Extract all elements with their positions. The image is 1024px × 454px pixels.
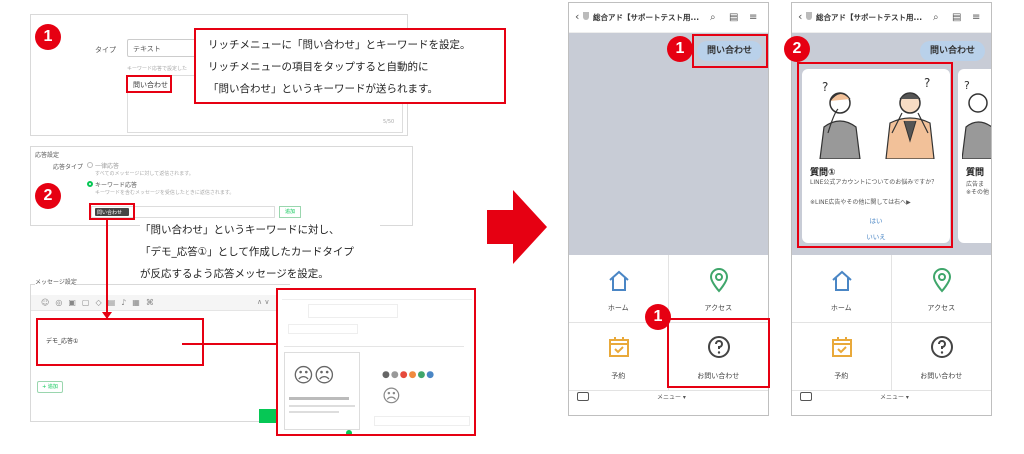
phone1-footer: メニュー ▾ (569, 389, 768, 409)
menu-toggle[interactable]: メニュー ▾ (880, 392, 909, 401)
thumb-people-icon: ☹☹ (293, 363, 335, 387)
radio-uniform[interactable] (87, 162, 93, 168)
keyword-tag: 問い合わせ (95, 208, 129, 216)
menu-toggle[interactable]: メニュー ▾ (657, 392, 686, 401)
voice-icon[interactable]: ♪ (121, 298, 132, 307)
message-toolbar: ☺◎▣▢◇▤♪▦⌘ (31, 295, 291, 311)
menu-access[interactable]: アクセス (891, 255, 991, 323)
menu-home[interactable]: ホーム (792, 255, 892, 323)
menu-contact[interactable]: お問い合わせ (891, 323, 991, 391)
emoji-icon[interactable]: ☺ (41, 298, 55, 307)
menu-icon[interactable]: ≡ (972, 12, 980, 23)
map-pin-icon (709, 268, 728, 293)
phone2-card-highlight (797, 62, 953, 248)
template-icon[interactable]: ▦ (132, 298, 146, 307)
map-pin-icon (932, 268, 951, 293)
radio-uniform-label: 一律応答 (95, 163, 120, 170)
keyboard-icon[interactable] (800, 392, 812, 401)
arrow-right-icon (487, 190, 547, 264)
add-message-button[interactable]: + 追加 (37, 381, 63, 393)
calendar-icon (832, 337, 852, 357)
radio-keyword-hint: キーワードを含むメッセージを受信したときに返信されます。 (95, 190, 235, 196)
video-icon[interactable]: ▢ (82, 298, 96, 307)
keyword-text: 問い合わせ (133, 81, 168, 89)
search-icon[interactable]: ⌕ (933, 12, 939, 23)
type-label: タイプ (95, 46, 116, 54)
step-badge-2-left: 2 (35, 183, 61, 209)
connector-horizontal (182, 343, 276, 345)
notes-icon[interactable]: ▤ (952, 12, 961, 23)
phone1-bubble-highlight (692, 34, 768, 68)
question-icon (930, 336, 953, 358)
message-heading: メッセージ設定 (35, 277, 77, 286)
char-counter: 5/50 (383, 119, 395, 125)
sticker-icon[interactable]: ◎ (55, 298, 68, 307)
search-icon[interactable]: ⌕ (710, 12, 716, 23)
menu-access[interactable]: アクセス (668, 255, 768, 323)
phone2-footer: メニュー ▾ (792, 389, 991, 409)
thinking-person-illustration: ? (962, 79, 991, 159)
keyboard-icon[interactable] (577, 392, 589, 401)
step-badge-1-phone1-top: 1 (667, 36, 693, 62)
callout-response-setting: 「問い合わせ」というキーワードに対し、 「デモ_応答①」として作成したカードタイ… (140, 219, 380, 285)
card2-note: ※その他 (966, 189, 990, 196)
connector-vertical (106, 220, 108, 318)
card-icon[interactable]: ▤ (108, 298, 122, 307)
radio-keyword[interactable] (87, 181, 93, 187)
step-badge-1-left: 1 (35, 24, 61, 50)
card2-title: 質問 (966, 168, 985, 178)
home-icon (609, 270, 629, 291)
card-preview-thumbnail: ☹☹ ●●●●●● ☹ (276, 288, 476, 436)
phone1-contact-highlight (667, 318, 770, 388)
phone2-rich-menu: ホーム アクセス 予約 お問い合わせ (792, 255, 991, 391)
svg-text:?: ? (964, 79, 970, 92)
image-icon[interactable]: ▣ (68, 298, 82, 307)
phone2-title: 総合アド【サポートテスト用... (816, 13, 923, 22)
phone1-header: ‹ 総合アド【サポートテスト用... ⌕ ▤ ≡ (569, 3, 768, 33)
radio-uniform-hint: すべてのメッセージに対して返信されます。 (95, 171, 194, 177)
response-type-label: 応答タイプ (53, 164, 84, 171)
response-settings-panel: 応答設定 応答タイプ 一律応答 すべてのメッセージに対して返信されます。 キーワ… (30, 146, 413, 226)
response-heading: 応答設定 (35, 152, 60, 159)
message-item-name: デモ_応答① (46, 338, 79, 345)
shield-icon (806, 12, 812, 20)
back-icon[interactable]: ‹ (798, 10, 802, 23)
question-card-2: ? 質問 広告ま ※その他 (958, 69, 991, 243)
calendar-icon (609, 337, 629, 357)
thumb-color-swatches: ●●●●●● (382, 370, 436, 380)
keyword-tag-highlight: 問い合わせ (89, 203, 135, 220)
connector-arrow-head (102, 312, 112, 319)
attach-icon[interactable]: ⌘ (146, 298, 160, 307)
keyword-add-button[interactable]: 追加 (279, 206, 301, 218)
menu-icon[interactable]: ≡ (749, 12, 757, 23)
callout-rich-menu-keyword: リッチメニューに「問い合わせ」とキーワードを設定。 リッチメニューの項目をタップ… (194, 28, 506, 104)
step-badge-1-phone1-bottom: 1 (645, 304, 671, 330)
phone1-title: 総合アド【サポートテスト用... (593, 13, 700, 22)
collapse-icons[interactable]: ∧ ∨ (257, 298, 269, 306)
phone2-keyword-bubble: 問い合わせ (920, 41, 986, 61)
home-icon (832, 270, 852, 291)
step-badge-2-phone2: 2 (784, 36, 810, 62)
shield-icon (583, 12, 589, 20)
menu-reservation[interactable]: 予約 (792, 323, 892, 391)
keyword-hint: キーワード応答で設定した (127, 66, 188, 72)
notes-icon[interactable]: ▤ (729, 12, 738, 23)
keyword-highlight: 問い合わせ (126, 75, 172, 93)
phone2-header: ‹ 総合アド【サポートテスト用... ⌕ ▤ ≡ (792, 3, 991, 33)
back-icon[interactable]: ‹ (575, 10, 579, 23)
menu-reservation[interactable]: 予約 (569, 323, 669, 391)
message-item-highlight: デモ_応答① (36, 318, 204, 366)
radio-keyword-label: キーワード応答 (95, 182, 138, 189)
